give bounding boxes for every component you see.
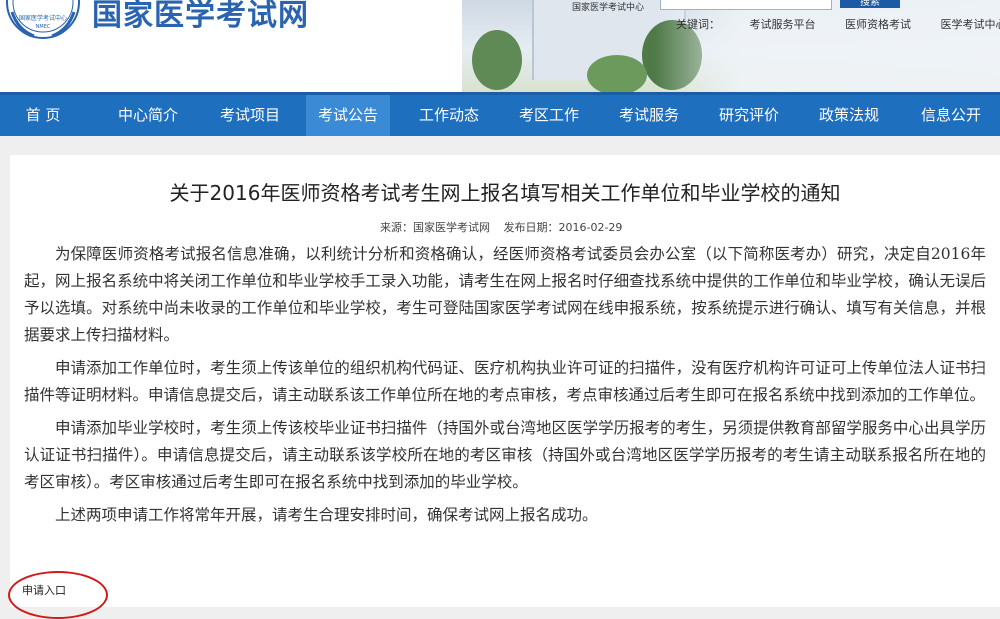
hot-label: 关键词： [676, 18, 720, 31]
nav-research[interactable]: 研究评价 [704, 95, 794, 136]
search-button[interactable]: 搜索 [840, 0, 900, 8]
nav-home[interactable]: 首 页 [0, 95, 86, 136]
nav-announcements[interactable]: 考试公告 [306, 95, 390, 136]
main-nav: 首 页 中心简介 考试项目 考试公告 工作动态 考区工作 考试服务 研究评价 政… [0, 92, 1000, 136]
hot-link[interactable]: 医学考试中心 [941, 18, 1000, 31]
building-sign: 国家医学考试中心 [572, 0, 644, 13]
article-source: 来源：国家医学考试网 [380, 221, 490, 234]
article-date: 发布日期：2016-02-29 [504, 221, 623, 234]
site-name[interactable]: 国家医学考试网 [92, 0, 309, 34]
nav-exams[interactable]: 考试项目 [205, 95, 295, 136]
nav-news[interactable]: 工作动态 [404, 95, 494, 136]
nav-info[interactable]: 信息公开 [906, 95, 996, 136]
nav-policy[interactable]: 政策法规 [804, 95, 894, 136]
nav-about[interactable]: 中心简介 [103, 95, 193, 136]
article-paragraph: 上述两项申请工作将常年开展，请考生合理安排时间，确保考试网上报名成功。 [24, 502, 986, 529]
nav-exam-area[interactable]: 考区工作 [504, 95, 594, 136]
site-header: 国家医学考试中心 NMEC 国家医学考试网 国家医学考试中心 搜索 关键词： 考… [0, 0, 1000, 92]
nav-services[interactable]: 考试服务 [604, 95, 694, 136]
seal-text: 国家医学考试中心 [19, 14, 67, 22]
hot-link[interactable]: 医师资格考试 [845, 18, 911, 31]
article-paragraph: 为保障医师资格考试报名信息准确，以利统计分析和资格确认，经医师资格考试委员会办公… [24, 241, 986, 349]
highlight-circle [8, 571, 108, 619]
tree-decoration [472, 30, 522, 90]
article-panel: 关于2016年医师资格考试考生网上报名填写相关工作单位和毕业学校的通知 来源：国… [10, 155, 1000, 607]
hot-links: 关键词： 考试服务平台 医师资格考试 医学考试中心 [676, 16, 1000, 32]
article-paragraph: 申请添加毕业学校时，考生须上传该校毕业证书扫描件（持国外或台湾地区医学学历报考的… [24, 415, 986, 496]
seal-logo-icon[interactable]: 国家医学考试中心 NMEC [4, 0, 82, 40]
svg-text:NMEC: NMEC [36, 24, 51, 30]
search-input[interactable] [660, 0, 832, 10]
tree-decoration [587, 55, 647, 92]
article-title: 关于2016年医师资格考试考生网上报名填写相关工作单位和毕业学校的通知 [10, 177, 1000, 206]
header-banner: 国家医学考试中心 [462, 0, 1000, 92]
hot-link[interactable]: 考试服务平台 [750, 18, 816, 31]
article-paragraph: 申请添加工作单位时，考生须上传该单位的组织机构代码证、医疗机构执业许可证的扫描件… [24, 355, 986, 409]
article-body: 为保障医师资格考试报名信息准确，以利统计分析和资格确认，经医师资格考试委员会办公… [24, 241, 986, 535]
banner-overlay [655, 0, 1000, 92]
article-meta: 来源：国家医学考试网 发布日期：2016-02-29 [380, 219, 632, 235]
